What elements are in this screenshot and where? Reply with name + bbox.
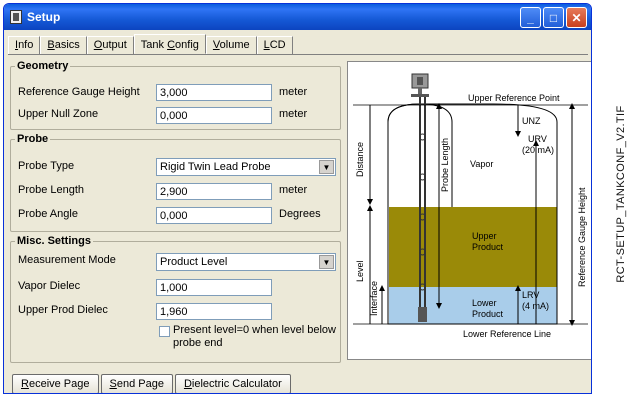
lower-product-label-2: Product [472, 309, 504, 319]
present-level-checkbox[interactable] [159, 326, 170, 337]
receive-page-button[interactable]: Receive Page [12, 374, 99, 393]
bottom-button-bar: Receive Page Send Page Dielectric Calcul… [12, 374, 291, 393]
probe-length-unit: meter [279, 184, 308, 196]
probe-legend: Probe [17, 133, 49, 145]
tab-basics[interactable]: Basics [40, 36, 87, 54]
minimize-icon: _ [527, 10, 534, 25]
probe-length-label: Probe Length [440, 138, 450, 192]
tank-diagram: Upper Reference Point UNZ URV (20 mA) Di… [347, 61, 591, 360]
probe-length-input[interactable]: 2,900 [156, 183, 272, 200]
vapor-label: Vapor [470, 159, 493, 169]
upper-null-label: Upper Null Zone [18, 108, 99, 120]
transmitter-head-icon [411, 73, 429, 97]
maximize-icon: □ [549, 10, 558, 25]
lrv-ma-label: (4 mA) [522, 301, 549, 311]
upper-prod-dielec-label: Upper Prod Dielec [18, 304, 108, 316]
side-caption-text: RCT-SETUP_TANKCONF_V2.TIF [615, 105, 627, 283]
probe-angle-unit: Degrees [279, 208, 321, 220]
misc-settings-legend: Misc. Settings [17, 235, 91, 247]
setup-window: Setup _ □ ✕ Info Basics Output Tank Conf… [3, 3, 592, 394]
tab-tank-config[interactable]: Tank Config [133, 34, 206, 54]
app-icon [10, 10, 22, 24]
tab-strip: Info Basics Output Tank Config Volume LC… [8, 34, 293, 54]
unz-label: UNZ [522, 116, 541, 126]
upper-null-input[interactable]: 0,000 [156, 107, 272, 124]
close-button[interactable]: ✕ [566, 7, 587, 28]
upper-product-label-1: Upper [472, 231, 497, 241]
upper-null-unit: meter [279, 108, 308, 120]
probe-length-label: Probe Length [18, 184, 85, 196]
present-level-label-1: Present level=0 when level below [173, 324, 336, 336]
upper-product-label-2: Product [472, 242, 504, 252]
title-bar[interactable]: Setup _ □ ✕ [4, 4, 591, 30]
measurement-mode-label: Measurement Mode [18, 254, 116, 266]
send-page-button[interactable]: Send Page [100, 374, 173, 393]
upper-prod-dielec-input[interactable]: 1,960 [156, 303, 272, 320]
reference-gauge-height-label: Reference Gauge Height [577, 187, 587, 287]
window-title: Setup [27, 10, 61, 24]
vapor-dielec-input[interactable]: 1,000 [156, 279, 272, 296]
maximize-button[interactable]: □ [543, 7, 564, 28]
level-label: Level [355, 260, 365, 282]
upper-reference-point-label: Upper Reference Point [468, 93, 560, 103]
lower-reference-line-label: Lower Reference Line [463, 329, 551, 339]
interface-label: Interface [369, 281, 379, 316]
side-caption: RCT-SETUP_TANKCONF_V2.TIF [611, 0, 631, 397]
distance-label: Distance [355, 142, 365, 177]
probe-angle-input[interactable]: 0,000 [156, 207, 272, 224]
probe-type-label: Probe Type [18, 160, 75, 172]
lrv-label: LRV [522, 290, 539, 300]
chevron-down-icon[interactable]: ▼ [319, 160, 334, 174]
vapor-dielec-label: Vapor Dielec [18, 280, 81, 292]
urv-label: URV [528, 134, 547, 144]
tab-volume[interactable]: Volume [205, 36, 257, 54]
measurement-mode-select[interactable]: Product Level ▼ [156, 253, 336, 271]
ref-gauge-input[interactable]: 3,000 [156, 84, 272, 101]
present-level-label-2: probe end [173, 337, 223, 349]
probe-weight [418, 307, 427, 322]
dielectric-calculator-button[interactable]: Dielectric Calculator [174, 374, 291, 393]
probe-angle-label: Probe Angle [18, 208, 78, 220]
minimize-button[interactable]: _ [520, 7, 541, 28]
ref-gauge-unit: meter [279, 86, 308, 98]
geometry-legend: Geometry [17, 60, 69, 72]
tab-output[interactable]: Output [86, 36, 134, 54]
chevron-down-icon[interactable]: ▼ [319, 255, 334, 269]
tab-divider [8, 54, 588, 55]
tab-info[interactable]: Info [8, 36, 41, 54]
tab-lcd[interactable]: LCD [256, 36, 293, 54]
lower-product-label-1: Lower [472, 298, 497, 308]
probe-type-select[interactable]: Rigid Twin Lead Probe ▼ [156, 158, 336, 176]
ref-gauge-label: Reference Gauge Height [18, 86, 140, 98]
urv-ma-label: (20 mA) [522, 145, 554, 155]
tank-diagram-svg: Upper Reference Point UNZ URV (20 mA) Di… [353, 73, 588, 339]
close-icon: ✕ [571, 10, 582, 25]
